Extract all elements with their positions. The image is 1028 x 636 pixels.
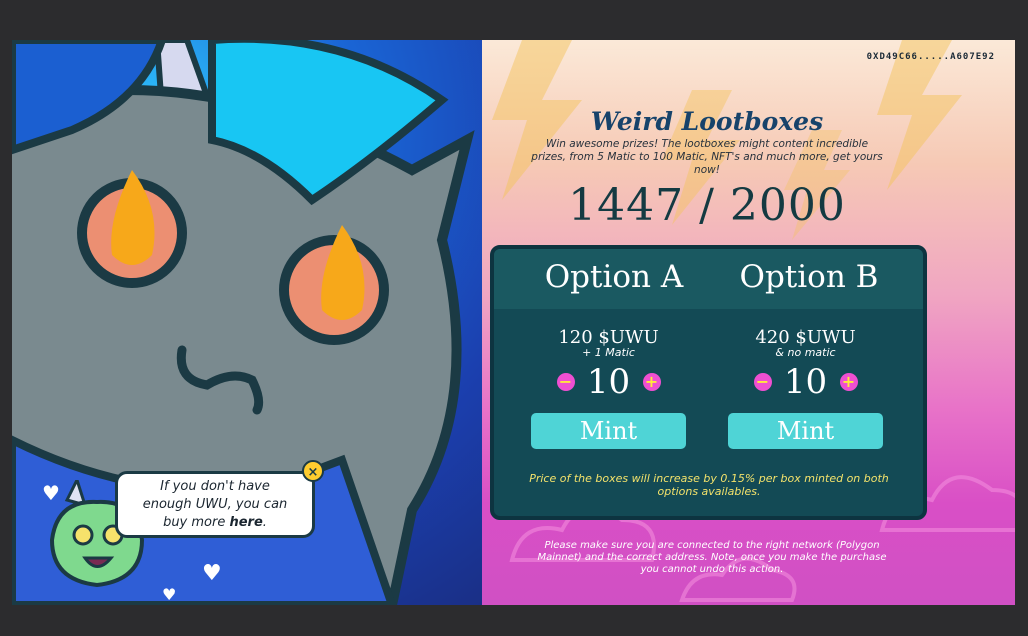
- option-b-price: 420 $UWU: [755, 327, 856, 348]
- option-b-extra: & no matic: [775, 346, 836, 359]
- page-title: Weird Lootboxes: [590, 107, 824, 136]
- buy-more-link[interactable]: here: [229, 515, 262, 530]
- option-a-mint-button[interactable]: Mint: [531, 413, 686, 449]
- network-warning-note: Please make sure you are connected to th…: [537, 540, 887, 575]
- price-increase-note: Price of the boxes will increase by 0.15…: [529, 472, 889, 498]
- app-frame: ♥ ♥ ♥ If you don't have enough UWU, you …: [12, 40, 1015, 605]
- mint-options-card: Option A Option B 120 $UWU + 1 Matic − 1…: [490, 245, 927, 520]
- option-b-quantity-stepper: − 10 +: [728, 365, 883, 399]
- helper-text-line1: If you don't have: [160, 479, 270, 494]
- page-description: Win awesome prizes! The lootboxes might …: [531, 138, 883, 176]
- option-b-increment-button[interactable]: +: [839, 373, 858, 391]
- minted-counter: 1447 / 2000: [568, 180, 846, 231]
- option-a-title: Option A: [544, 259, 684, 295]
- option-b-title: Option B: [739, 259, 879, 295]
- option-b-column: 420 $UWU & no matic − 10 + Mint: [728, 327, 883, 449]
- helper-speech-bubble: If you don't have enough UWU, you can bu…: [115, 471, 315, 538]
- option-b-decrement-button[interactable]: −: [753, 373, 772, 391]
- option-a-price: 120 $UWU: [558, 327, 659, 348]
- svg-text:♥: ♥: [202, 561, 222, 586]
- close-bubble-button[interactable]: ×: [302, 460, 324, 482]
- helper-text-line3: buy more here.: [118, 514, 312, 532]
- option-a-quantity: 10: [586, 362, 631, 402]
- wallet-address[interactable]: 0XD49C66.....A607E92: [867, 52, 995, 62]
- helper-text-suffix: .: [262, 515, 267, 530]
- helper-text-line2: enough UWU, you can: [142, 497, 288, 512]
- options-header: Option A Option B: [494, 249, 923, 309]
- option-b-mint-button[interactable]: Mint: [728, 413, 883, 449]
- option-a-extra: + 1 Matic: [582, 346, 635, 359]
- option-a-quantity-stepper: − 10 +: [531, 365, 686, 399]
- helper-text-prefix: buy more: [163, 515, 226, 530]
- option-b-quantity: 10: [783, 362, 828, 402]
- option-a-increment-button[interactable]: +: [642, 373, 661, 391]
- option-a-column: 120 $UWU + 1 Matic − 10 + Mint: [531, 327, 686, 449]
- option-a-decrement-button[interactable]: −: [556, 373, 575, 391]
- svg-text:♥: ♥: [162, 585, 176, 604]
